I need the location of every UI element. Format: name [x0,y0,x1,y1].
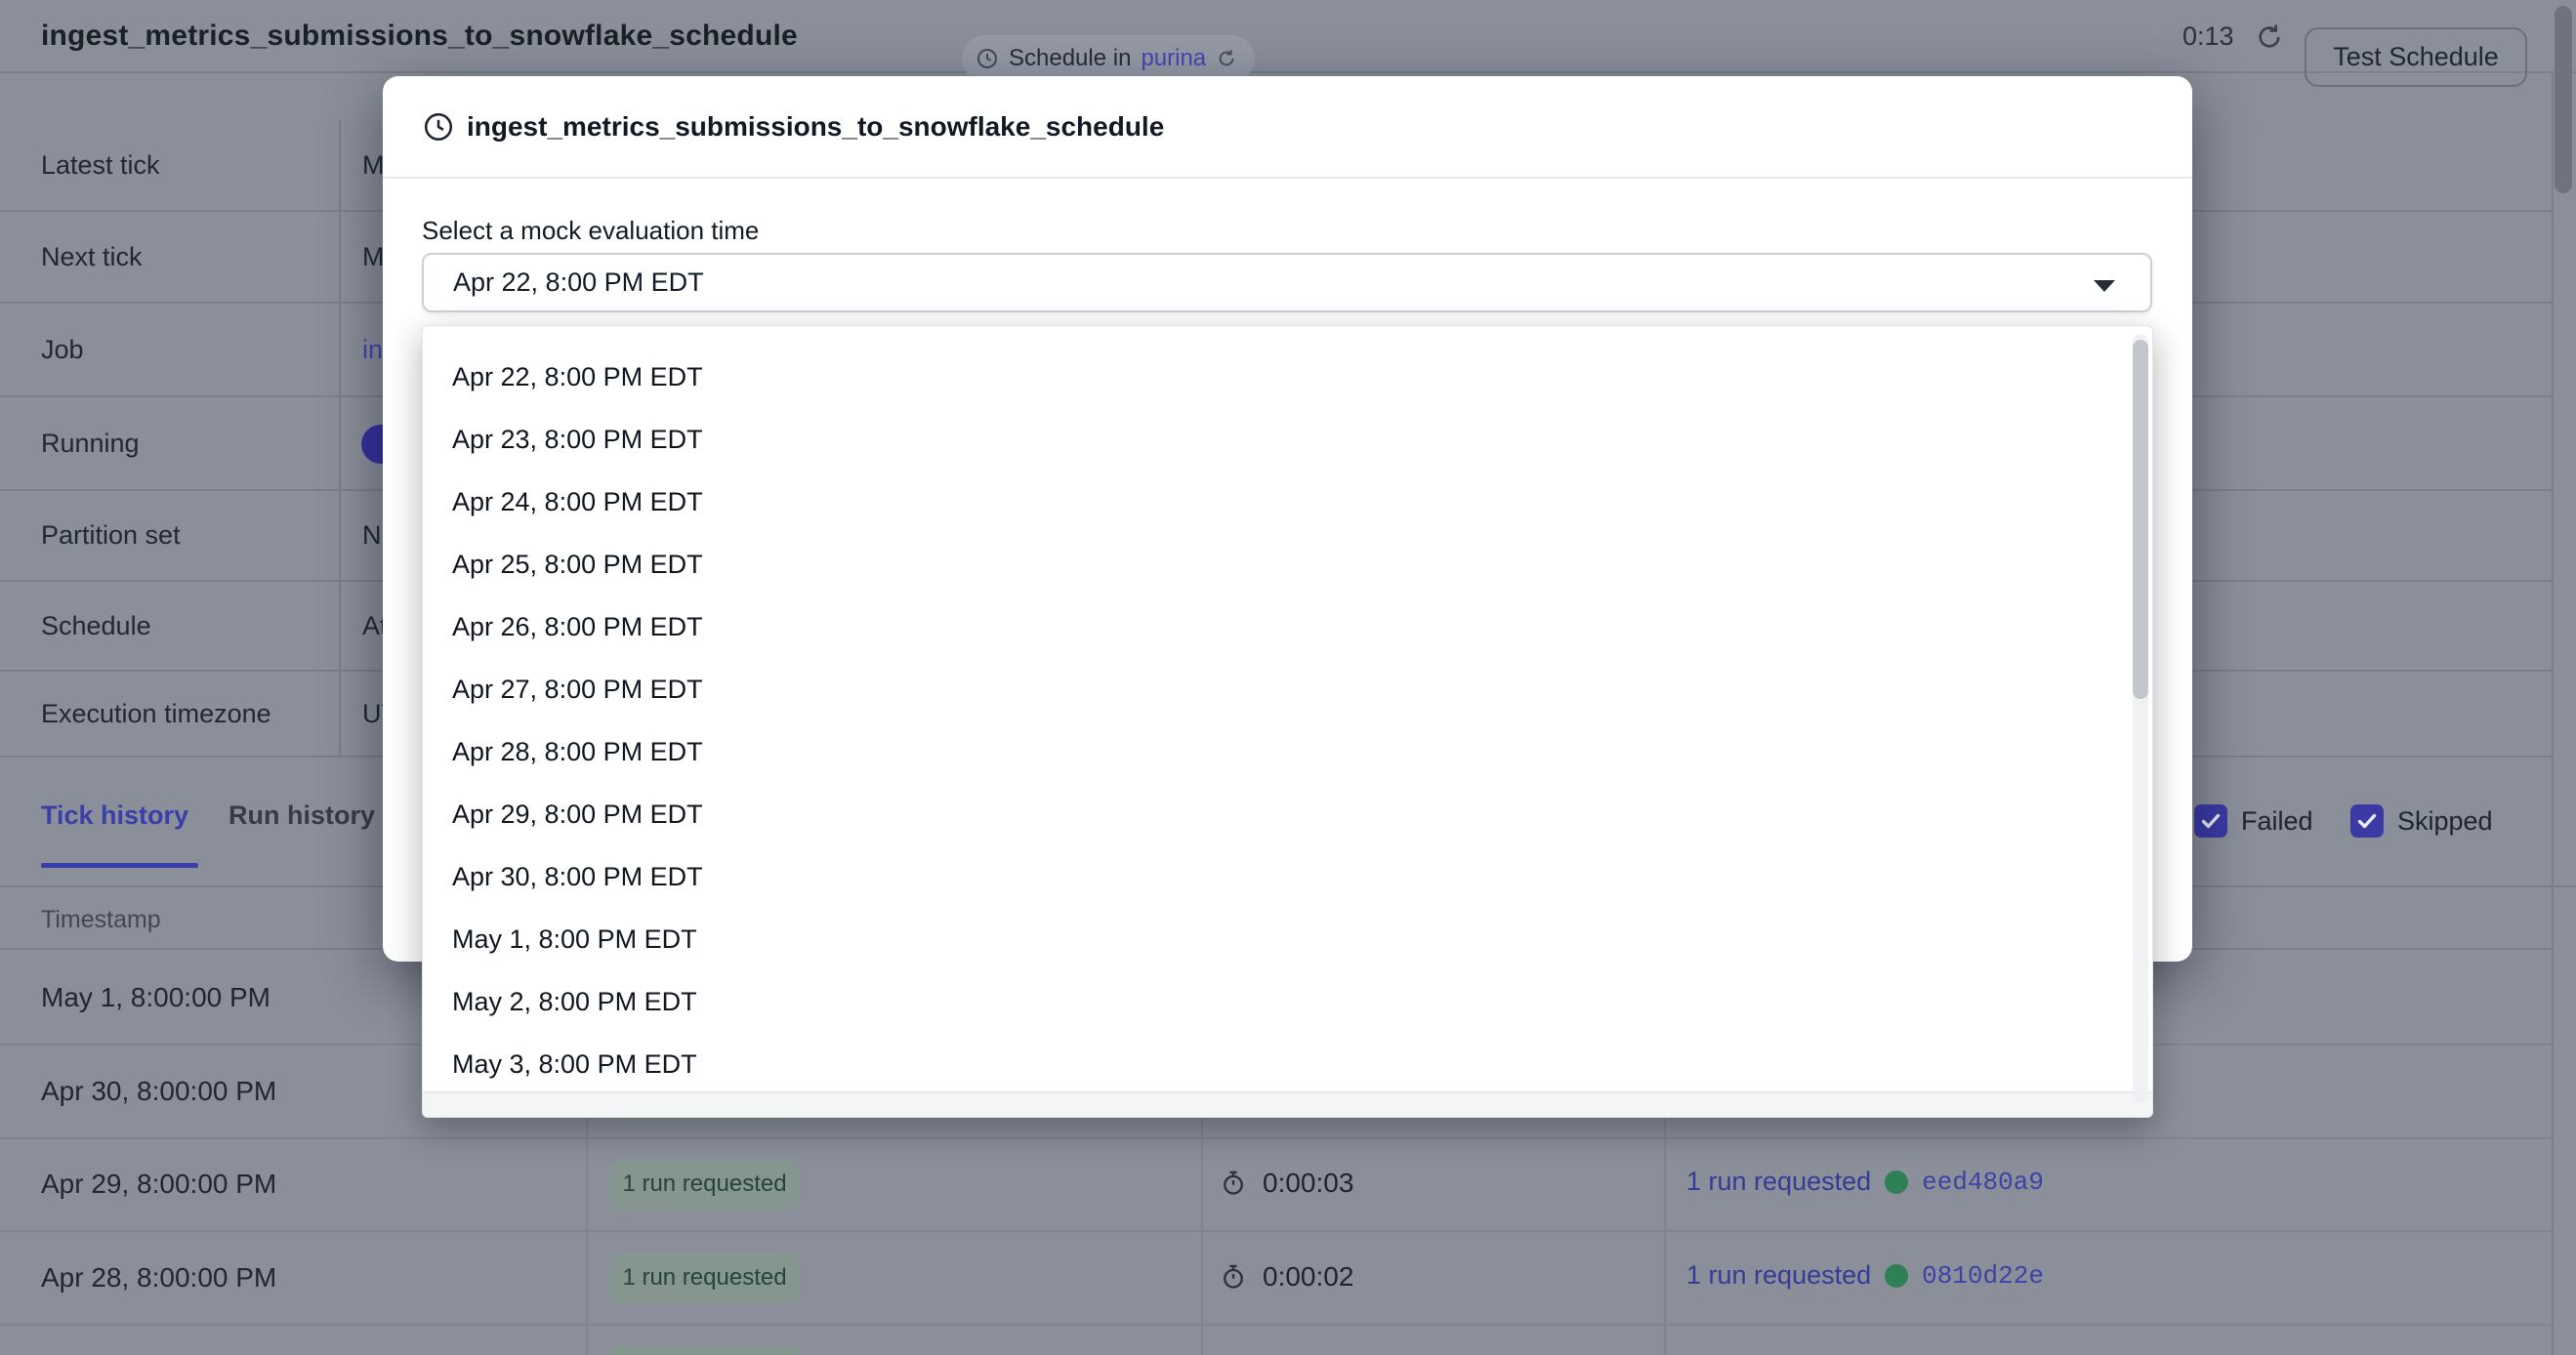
dropdown-option[interactable]: May 3, 8:00 PM EDT [423,1033,2122,1095]
job-link[interactable]: in [362,335,383,365]
duration-value: 0:00:02 [1263,1261,1353,1293]
detail-label: Running [41,429,140,459]
dropdown-option[interactable]: May 2, 8:00 PM EDT [423,970,2122,1033]
run-id-link[interactable]: 0810d22e [1922,1261,2044,1291]
detail-value: N [362,520,382,551]
tick-runs: 1 run requested eed480a9 [1686,1167,2044,1197]
tick-timestamp: May 1, 8:00:00 PM [41,982,270,1013]
refresh-icon[interactable] [1216,48,1237,69]
chevron-down-icon [2094,280,2115,292]
selected-option: Apr 22, 8:00 PM EDT [453,267,704,298]
run-status-dot [1885,1264,1908,1288]
stopwatch-icon [1220,1170,1247,1197]
detail-label: Job [41,335,84,365]
row-divider [0,1137,2552,1139]
dropdown-option[interactable]: Apr 26, 8:00 PM EDT [423,595,2122,658]
tick-duration: 0:00:03 [1220,1168,1353,1199]
clock-icon [976,47,999,70]
chip-location-link[interactable]: purina [1141,45,1206,72]
checkmark-icon [2355,809,2379,833]
mock-time-dropdown: Apr 22, 8:00 PM EDT Apr 23, 8:00 PM EDT … [422,325,2153,1118]
tab-tick-history[interactable]: Tick history [41,801,188,831]
tick-timestamp: Apr 30, 8:00:00 PM [41,1076,276,1107]
dropdown-option[interactable]: Apr 23, 8:00 PM EDT [423,408,2122,471]
dropdown-option[interactable]: Apr 22, 8:00 PM EDT [423,346,2122,408]
page-header: ingest_metrics_submissions_to_snowflake_… [0,0,2576,73]
dropdown-option[interactable]: Apr 25, 8:00 PM EDT [423,533,2122,595]
detail-label: Schedule [41,611,151,641]
stopwatch-icon [1220,1263,1247,1291]
detail-value: M [362,150,385,181]
runs-requested-link[interactable]: 1 run requested [1686,1167,1871,1197]
dialog-header: ingest_metrics_submissions_to_snowflake_… [383,76,2192,179]
checkmark-icon [2199,809,2223,833]
result-badge-partial [610,1345,799,1355]
detail-value: M [362,242,385,272]
refresh-icon[interactable] [2254,21,2285,53]
dropdown-footer [423,1091,2152,1117]
dropdown-option[interactable]: Apr 28, 8:00 PM EDT [423,720,2122,783]
chip-prefix: Schedule in [1009,45,1131,72]
tick-duration: 0:00:02 [1220,1261,1353,1293]
filter-label: Failed [2241,806,2313,837]
detail-label: Partition set [41,520,181,551]
filter-label: Skipped [2397,806,2493,837]
dropdown-scrollbar-track[interactable] [2133,334,2148,1103]
row-divider [0,1324,2552,1326]
dropdown-option[interactable]: Apr 30, 8:00 PM EDT [423,845,2122,908]
dropdown-scrollbar-thumb[interactable] [2133,340,2148,699]
schedule-location-chip[interactable]: Schedule in purina [962,35,1255,82]
result-badge: 1 run requested [610,1159,799,1210]
tick-runs: 1 run requested 0810d22e [1686,1260,2044,1291]
filter-failed[interactable]: Failed [2194,804,2313,838]
column-header-timestamp: Timestamp [41,906,161,934]
failed-checkbox[interactable] [2194,804,2227,838]
dropdown-option[interactable]: May 1, 8:00 PM EDT [423,908,2122,970]
clock-icon [422,110,455,144]
page-title: ingest_metrics_submissions_to_snowflake_… [41,20,798,53]
run-status-dot [1885,1170,1908,1194]
page-scrollbar[interactable] [2555,6,2572,193]
dropdown-option[interactable]: Apr 24, 8:00 PM EDT [423,471,2122,533]
refresh-countdown: 0:13 [2182,0,2234,73]
run-id-link[interactable]: eed480a9 [1922,1168,2044,1197]
runs-requested-link[interactable]: 1 run requested [1686,1260,1871,1291]
filter-skipped[interactable]: Skipped [2350,804,2493,838]
dropdown-option[interactable]: Apr 29, 8:00 PM EDT [423,783,2122,845]
mock-time-select[interactable]: Apr 22, 8:00 PM EDT [422,253,2152,312]
tick-timestamp: Apr 28, 8:00:00 PM [41,1262,276,1293]
tab-run-history[interactable]: Run history [229,801,375,831]
tick-timestamp: Apr 29, 8:00:00 PM [41,1169,276,1200]
detail-label: Execution timezone [41,699,271,729]
result-badge: 1 run requested [610,1252,799,1303]
content-right-border [2552,73,2554,1355]
schedule-page: ingest_metrics_submissions_to_snowflake_… [0,0,2576,1355]
row-divider [0,1230,2552,1232]
skipped-checkbox[interactable] [2350,804,2384,838]
detail-label: Latest tick [41,150,160,181]
dialog-title: ingest_metrics_submissions_to_snowflake_… [467,111,1164,143]
dropdown-option[interactable]: Apr 27, 8:00 PM EDT [423,658,2122,720]
duration-value: 0:00:03 [1263,1168,1353,1199]
mock-time-label: Select a mock evaluation time [422,216,759,246]
detail-label: Next tick [41,242,143,272]
active-tab-underline [41,863,198,868]
test-schedule-button[interactable]: Test Schedule [2305,27,2527,87]
